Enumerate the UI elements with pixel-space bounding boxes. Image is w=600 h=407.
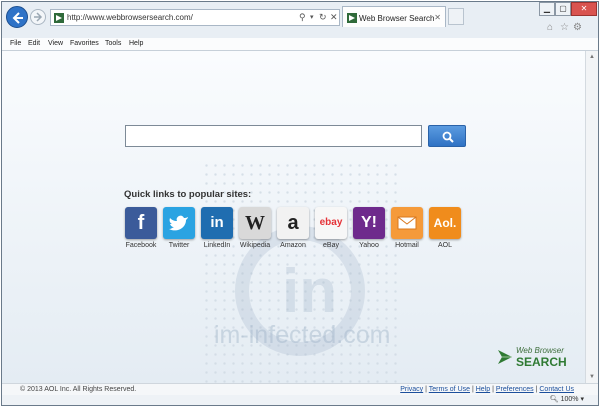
close-tab-icon[interactable]: ✕	[434, 13, 441, 22]
menu-favorites[interactable]: Favorites	[70, 40, 99, 47]
quick-link-label: eBay	[323, 242, 339, 249]
close-window-button[interactable]: ✕	[571, 2, 597, 16]
quick-link-label: Hotmail	[395, 242, 419, 249]
watermark-logo: in	[282, 257, 338, 326]
page-content: in im-infected.com Quick links to popula…	[2, 51, 585, 383]
maximize-button[interactable]: ▢	[555, 2, 571, 16]
menu-bar: File Edit View Favorites Tools Help	[2, 38, 598, 51]
footer-separator: |	[471, 386, 474, 393]
status-bar: 🔍︎ 100% ▾	[2, 395, 598, 405]
new-tab-button[interactable]	[448, 8, 464, 25]
scroll-up-icon[interactable]: ▲	[589, 54, 595, 60]
footer-links: Privacy | Terms of Use | Help | Preferen…	[400, 386, 574, 393]
quick-link-label: AOL	[437, 242, 452, 249]
quick-link-label: Twitter	[168, 242, 190, 249]
menu-view[interactable]: View	[48, 40, 63, 47]
quick-link-facebook[interactable]: f Facebook	[122, 207, 160, 249]
zoom-icon: 🔍︎	[549, 396, 559, 403]
brand-line1: Web Browser	[516, 346, 564, 355]
tab-favicon-icon	[347, 13, 357, 23]
quick-link-twitter[interactable]: Twitter	[160, 207, 198, 249]
quick-link-label: Wikipedia	[239, 242, 271, 249]
browser-toolbar: http://www.webbrowsersearch.com/ ⚲ ▾ ↻ ✕…	[2, 2, 598, 38]
search-input[interactable]	[125, 125, 422, 147]
favorites-star-icon[interactable]: ☆	[560, 22, 569, 33]
hotmail-icon	[391, 207, 423, 239]
back-button[interactable]	[6, 6, 28, 28]
quick-link-linkedin[interactable]: in LinkedIn	[198, 207, 236, 249]
tab-title: Web Browser Search	[359, 14, 435, 23]
quick-link-label: Amazon	[280, 242, 306, 249]
quick-link-label: Yahoo	[359, 242, 379, 249]
brand-line2: SEARCH	[516, 355, 567, 369]
arrow-right-icon	[34, 12, 43, 22]
privacy-link[interactable]: Privacy	[400, 386, 423, 393]
aol-icon: Aol.	[429, 207, 461, 239]
watermark-text: im-infected.com	[214, 321, 391, 349]
vertical-scrollbar[interactable]: ▲ ▼	[585, 51, 598, 383]
dropdown-icon[interactable]: ▾	[310, 13, 314, 21]
quick-link-label: Facebook	[125, 242, 157, 249]
footer-separator: |	[492, 386, 494, 393]
quick-link-label: LinkedIn	[203, 242, 231, 249]
preferences-link[interactable]: Preferences	[496, 386, 534, 393]
magnifier-icon	[442, 131, 454, 143]
terms-link[interactable]: Terms of Use	[429, 386, 470, 393]
brand-arrow-icon	[498, 350, 512, 364]
quick-links-title: Quick links to popular sites:	[124, 189, 252, 200]
settings-gear-icon[interactable]: ⚙	[573, 22, 582, 33]
scroll-down-icon[interactable]: ▼	[589, 374, 595, 380]
menu-tools[interactable]: Tools	[105, 40, 121, 47]
tab-web-browser-search[interactable]: Web Browser Search ✕	[342, 6, 446, 27]
refresh-icon[interactable]: ↻	[319, 12, 327, 23]
address-url[interactable]: http://www.webbrowsersearch.com/	[67, 13, 193, 22]
contact-link[interactable]: Contact Us	[539, 386, 574, 393]
twitter-icon	[163, 207, 195, 239]
arrow-left-icon	[12, 12, 23, 24]
yahoo-icon: Y!	[353, 207, 385, 239]
quick-link-wikipedia[interactable]: W Wikipedia	[236, 207, 274, 249]
minimize-button[interactable]: ▁	[539, 2, 555, 16]
quick-link-yahoo[interactable]: Y! Yahoo	[350, 207, 388, 249]
footer-separator: |	[425, 386, 427, 393]
amazon-icon: a	[277, 207, 309, 239]
help-link[interactable]: Help	[476, 386, 490, 393]
home-icon[interactable]: ⌂	[547, 22, 553, 33]
linkedin-icon: in	[201, 207, 233, 239]
quick-link-ebay[interactable]: ebay eBay	[312, 207, 350, 249]
browser-window: http://www.webbrowsersearch.com/ ⚲ ▾ ↻ ✕…	[1, 1, 599, 406]
zoom-dropdown-icon: ▾	[580, 396, 584, 403]
search-button[interactable]	[428, 125, 466, 147]
wikipedia-icon: W	[239, 207, 271, 239]
stop-icon[interactable]: ✕	[330, 12, 338, 23]
forward-button[interactable]	[30, 9, 46, 25]
page-footer: © 2013 AOL Inc. All Rights Reserved. Pri…	[2, 383, 598, 395]
quick-link-amazon[interactable]: a Amazon	[274, 207, 312, 249]
quick-link-hotmail[interactable]: Hotmail	[388, 207, 426, 249]
menu-file[interactable]: File	[10, 40, 21, 47]
zoom-control[interactable]: 🔍︎ 100% ▾	[550, 395, 584, 403]
menu-edit[interactable]: Edit	[28, 40, 40, 47]
ebay-icon: ebay	[315, 207, 347, 239]
footer-separator: |	[535, 386, 538, 393]
quick-link-aol[interactable]: Aol. AOL	[426, 207, 464, 249]
menu-help[interactable]: Help	[129, 40, 143, 47]
page-favicon-icon	[54, 13, 64, 23]
address-bar[interactable]: http://www.webbrowsersearch.com/ ⚲ ▾ ↻ ✕	[50, 9, 340, 26]
zoom-level: 100%	[560, 396, 579, 403]
facebook-icon: f	[125, 207, 157, 239]
search-icon[interactable]: ⚲	[299, 12, 306, 23]
copyright-text: © 2013 AOL Inc. All Rights Reserved.	[20, 386, 137, 393]
